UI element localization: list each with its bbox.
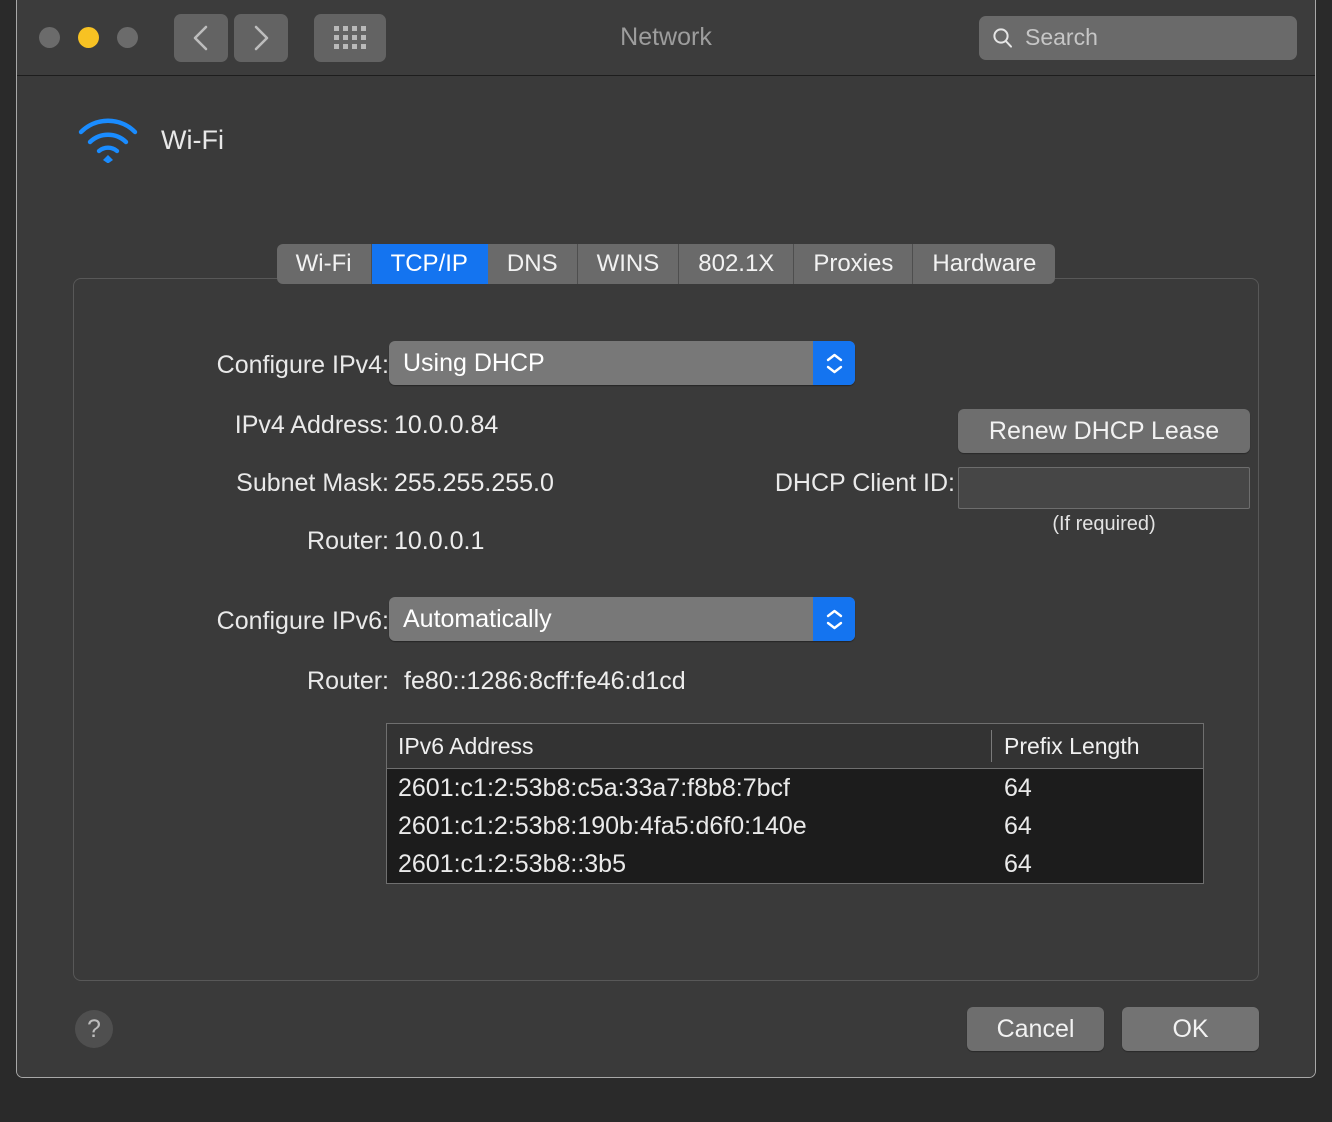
search-field[interactable]: Search	[979, 15, 1297, 60]
table-header-row: IPv6 Address Prefix Length	[387, 724, 1203, 769]
tab-dns[interactable]: DNS	[487, 244, 578, 284]
chevron-down-icon	[826, 621, 842, 629]
cancel-button[interactable]: Cancel	[967, 1007, 1104, 1051]
dialog-footer: ? Cancel OK	[55, 981, 1277, 1077]
chevron-up-icon	[826, 609, 842, 617]
configure-ipv4-popup[interactable]: Using DHCP	[389, 341, 855, 385]
column-header-ipv6-address[interactable]: IPv6 Address	[387, 733, 991, 760]
subnet-mask-label: Subnet Mask:	[236, 469, 389, 497]
tab-wins[interactable]: WINS	[577, 244, 680, 284]
wifi-icon	[78, 118, 138, 163]
chevron-up-icon	[826, 353, 842, 361]
interface-name: Wi-Fi	[161, 124, 224, 155]
ipv6-router-value: fe80::1286:8cff:fe46:d1cd	[404, 667, 686, 695]
table-row[interactable]: 2601:c1:2:53b8:190b:4fa5:d6f0:140e 64	[387, 807, 1203, 845]
configure-ipv4-label: Configure IPv4:	[216, 351, 389, 379]
network-preferences-window: Network Search Wi-Fi Wi-Fi TCP/IP DNS WI…	[16, 0, 1316, 1078]
minimize-button[interactable]	[78, 27, 99, 48]
interface-header: Wi-Fi	[55, 76, 1277, 168]
ipv4-address-value: 10.0.0.84	[394, 411, 499, 439]
tab-proxies[interactable]: Proxies	[794, 244, 914, 284]
cell-ipv6-address: 2601:c1:2:53b8::3b5	[398, 849, 626, 878]
chevron-down-icon	[826, 365, 842, 373]
back-icon	[193, 25, 208, 50]
back-button[interactable]	[174, 13, 228, 62]
traffic-light-group	[39, 27, 138, 48]
ipv4-address-label: IPv4 Address:	[234, 411, 389, 439]
show-all-icon	[334, 26, 366, 49]
search-placeholder: Search	[1025, 24, 1098, 50]
ipv6-router-label: Router:	[307, 667, 389, 695]
tcpip-panel: Configure IPv4: Using DHCP IPv4 Address:…	[73, 278, 1259, 981]
help-button[interactable]: ?	[75, 1010, 113, 1048]
cell-prefix-length: 64	[1004, 849, 1032, 878]
configure-ipv4-value: Using DHCP	[403, 348, 545, 377]
configure-ipv4-stepper[interactable]	[813, 341, 855, 385]
zoom-button[interactable]	[117, 27, 138, 48]
dhcp-client-id-input[interactable]	[958, 467, 1250, 509]
tab-wifi[interactable]: Wi-Fi	[276, 244, 372, 284]
dhcp-client-id-hint: (If required)	[1052, 513, 1156, 535]
tcpip-form: Configure IPv4: Using DHCP IPv4 Address:…	[74, 279, 1258, 980]
tab-tcpip[interactable]: TCP/IP	[371, 244, 488, 284]
ok-button[interactable]: OK	[1122, 1007, 1259, 1051]
table-row[interactable]: 2601:c1:2:53b8::3b5 64	[387, 845, 1203, 883]
show-all-button[interactable]	[314, 13, 386, 62]
renew-dhcp-lease-button[interactable]: Renew DHCP Lease	[958, 409, 1250, 453]
close-button[interactable]	[39, 27, 60, 48]
cell-ipv6-address: 2601:c1:2:53b8:c5a:33a7:f8b8:7bcf	[398, 773, 790, 802]
ipv4-router-label: Router:	[307, 527, 389, 555]
dhcp-client-id-label: DHCP Client ID:	[774, 469, 955, 497]
tab-8021x[interactable]: 802.1X	[679, 244, 795, 284]
table-row[interactable]: 2601:c1:2:53b8:c5a:33a7:f8b8:7bcf 64	[387, 769, 1203, 807]
configure-ipv6-label: Configure IPv6:	[216, 607, 389, 635]
configure-ipv6-popup[interactable]: Automatically	[389, 597, 855, 641]
tab-hardware[interactable]: Hardware	[913, 244, 1056, 284]
cell-prefix-length: 64	[1004, 773, 1032, 802]
ipv4-router-value: 10.0.0.1	[394, 527, 485, 555]
subnet-mask-value: 255.255.255.0	[394, 469, 554, 497]
window-titlebar: Network Search	[17, 0, 1315, 76]
navigation-button-group	[174, 13, 288, 62]
ipv6-address-table[interactable]: IPv6 Address Prefix Length 2601:c1:2:53b…	[386, 723, 1204, 884]
cell-ipv6-address: 2601:c1:2:53b8:190b:4fa5:d6f0:140e	[398, 811, 807, 840]
cell-prefix-length: 64	[1004, 811, 1032, 840]
configure-ipv6-value: Automatically	[403, 604, 552, 633]
tab-bar: Wi-Fi TCP/IP DNS WINS 802.1X Proxies Har…	[17, 244, 1315, 284]
forward-button[interactable]	[234, 13, 288, 62]
column-header-prefix-length[interactable]: Prefix Length	[992, 733, 1140, 760]
preferences-content: Wi-Fi Wi-Fi TCP/IP DNS WINS 802.1X Proxi…	[17, 76, 1315, 1077]
search-icon	[993, 27, 1012, 48]
forward-icon	[254, 25, 269, 50]
configure-ipv6-stepper[interactable]	[813, 597, 855, 641]
